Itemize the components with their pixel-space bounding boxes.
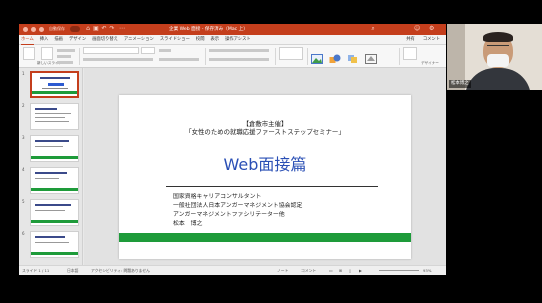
presenter-credential: 国家資格キャリアコンサルタント bbox=[173, 194, 262, 200]
autosave-toggle[interactable] bbox=[70, 26, 80, 32]
slide-footer-space bbox=[119, 242, 411, 259]
tab-transitions[interactable]: 画面切り替え bbox=[92, 35, 118, 45]
presenter-name: 松本 博之 bbox=[173, 221, 203, 227]
font-format-buttons[interactable] bbox=[83, 58, 153, 61]
participant-name: 松本博之 bbox=[449, 80, 471, 88]
accessibility-status[interactable]: アクセシビリティ: 問題ありません bbox=[91, 266, 150, 275]
ribbon-separator bbox=[205, 48, 206, 65]
comments-button[interactable]: コメント bbox=[423, 35, 440, 45]
glasses bbox=[487, 45, 509, 49]
slide-editor: 【倉敷市主催】 「女性のための就職応援ファーストステップセミナー」 Web面接篇… bbox=[84, 68, 446, 265]
slide-thumbnail-2[interactable] bbox=[30, 103, 79, 130]
thumbnail-number: 6 bbox=[22, 231, 25, 236]
status-bar: スライド 1 / 11 日本語 アクセシビリティ: 問題ありません ノート コメ… bbox=[19, 265, 446, 275]
slide-thumbnail-4[interactable] bbox=[30, 167, 79, 194]
tab-design[interactable]: デザイン bbox=[69, 35, 86, 45]
comments-status-button[interactable]: コメント bbox=[301, 266, 316, 275]
window-controls bbox=[23, 27, 44, 32]
slide-divider bbox=[166, 186, 378, 187]
tab-tell-me[interactable]: 操作アシスト bbox=[225, 35, 251, 45]
tab-animations[interactable]: アニメーション bbox=[124, 35, 154, 45]
slide-thumbnail-1[interactable] bbox=[30, 71, 79, 98]
normal-view-icon[interactable]: ▭ bbox=[329, 266, 333, 275]
slide-title: Web面接篇 bbox=[223, 155, 307, 174]
language-indicator[interactable]: 日本語 bbox=[67, 266, 78, 275]
tab-review[interactable]: 校閲 bbox=[196, 35, 205, 45]
thumbnail-number: 3 bbox=[22, 135, 25, 140]
tab-view[interactable]: 表示 bbox=[211, 35, 220, 45]
paste-button[interactable] bbox=[23, 47, 35, 60]
more-commands-icon[interactable]: ⋯ bbox=[119, 26, 125, 32]
search-icon[interactable]: ⌕ bbox=[369, 25, 377, 33]
slideshow-icon[interactable]: ▶ bbox=[359, 266, 362, 275]
presenter-credential: アンガーマネジメントファシリテーター他 bbox=[173, 212, 285, 218]
reset-button[interactable] bbox=[57, 55, 71, 58]
current-slide[interactable]: 【倉敷市主催】 「女性のための就職応援ファーストステップセミナー」 Web面接篇… bbox=[119, 95, 411, 259]
zoom-window-button[interactable] bbox=[39, 27, 44, 32]
face-mask bbox=[487, 54, 509, 67]
account-icon[interactable]: ☺ bbox=[414, 25, 420, 33]
thumbnail-number: 5 bbox=[22, 199, 25, 204]
slide-thumbnail-5[interactable] bbox=[30, 199, 79, 226]
arrange-icon[interactable] bbox=[347, 49, 359, 63]
tab-draw[interactable]: 描画 bbox=[54, 35, 63, 45]
undo-icon[interactable]: ↶ bbox=[101, 26, 107, 32]
shapes-icon[interactable] bbox=[329, 49, 341, 63]
notes-button[interactable]: ノート bbox=[277, 266, 288, 275]
document-title: 企業 Web 面接 - 保存済み（Mac 上） bbox=[169, 27, 248, 32]
grow-font-button[interactable] bbox=[159, 49, 171, 52]
reading-view-icon[interactable]: ▯ bbox=[349, 266, 351, 275]
slide-event-name: 「女性のための就職応援ファーストステップセミナー」 bbox=[185, 128, 345, 136]
quick-styles-icon[interactable] bbox=[365, 49, 377, 64]
slide-thumbnails: 1 2 3 4 5 6 bbox=[19, 68, 83, 265]
title-bar: 自動保存 ⌂ ▣ ↶ ↷ ⋯ 企業 Web 面接 - 保存済み（Mac 上） ⌕… bbox=[19, 24, 446, 35]
thumbnail-number: 2 bbox=[22, 103, 25, 108]
designer-label: デザイナー bbox=[421, 61, 439, 65]
share-button[interactable]: 共有 bbox=[406, 35, 415, 45]
alignment-buttons[interactable] bbox=[209, 58, 269, 61]
picture-icon[interactable] bbox=[311, 49, 323, 64]
zoom-level[interactable]: 93% bbox=[423, 266, 431, 275]
ribbon-right-actions: 共有 コメント bbox=[406, 35, 440, 45]
slide-thumbnail-3[interactable] bbox=[30, 135, 79, 162]
ribbon-separator bbox=[79, 48, 80, 65]
zoom-slider[interactable] bbox=[379, 270, 419, 271]
slide-sorter-icon[interactable]: ⊞ bbox=[339, 266, 342, 275]
ribbon-separator bbox=[399, 48, 400, 65]
meeting-screen: 自動保存 ⌂ ▣ ↶ ↷ ⋯ 企業 Web 面接 - 保存済み（Mac 上） ⌕… bbox=[0, 0, 542, 303]
convert-smartart-button[interactable] bbox=[279, 47, 303, 60]
ribbon: 新しいスライド デザイナー bbox=[19, 45, 446, 68]
paragraph-buttons[interactable] bbox=[209, 49, 269, 52]
tab-home[interactable]: ホーム bbox=[21, 35, 34, 45]
slide-footer-band bbox=[119, 233, 411, 242]
section-button[interactable] bbox=[57, 61, 73, 64]
ribbon-tabs: ホーム 挿入 描画 デザイン 画面切り替え アニメーション スライドショー 校閲… bbox=[19, 35, 446, 45]
ribbon-separator bbox=[307, 48, 308, 65]
new-slide-button[interactable] bbox=[41, 47, 53, 60]
thumbnail-number: 4 bbox=[22, 167, 25, 172]
save-icon[interactable]: ▣ bbox=[93, 26, 99, 32]
layout-button[interactable] bbox=[57, 49, 75, 52]
designer-button[interactable] bbox=[403, 47, 417, 60]
home-icon[interactable]: ⌂ bbox=[85, 26, 91, 32]
font-name-select[interactable] bbox=[83, 47, 139, 54]
ribbon-separator bbox=[275, 48, 276, 65]
minimize-window-button[interactable] bbox=[31, 27, 36, 32]
powerpoint-window: 自動保存 ⌂ ▣ ↶ ↷ ⋯ 企業 Web 面接 - 保存済み（Mac 上） ⌕… bbox=[19, 24, 446, 275]
presenter-credential: 一般社団法人日本アンガーマネジメント協会認定 bbox=[173, 203, 303, 209]
participant-video[interactable]: 松本博之 bbox=[447, 24, 542, 90]
redo-icon[interactable]: ↷ bbox=[109, 26, 115, 32]
font-color-buttons[interactable] bbox=[159, 58, 199, 61]
tab-insert[interactable]: 挿入 bbox=[40, 35, 49, 45]
slide-thumbnail-6[interactable] bbox=[30, 231, 79, 258]
font-size-select[interactable] bbox=[141, 47, 155, 54]
thumbnail-number: 1 bbox=[22, 71, 25, 76]
tab-slideshow[interactable]: スライドショー bbox=[160, 35, 190, 45]
settings-icon[interactable]: ⚙ bbox=[429, 25, 434, 33]
slide-counter: スライド 1 / 11 bbox=[22, 268, 50, 273]
close-window-button[interactable] bbox=[23, 27, 28, 32]
